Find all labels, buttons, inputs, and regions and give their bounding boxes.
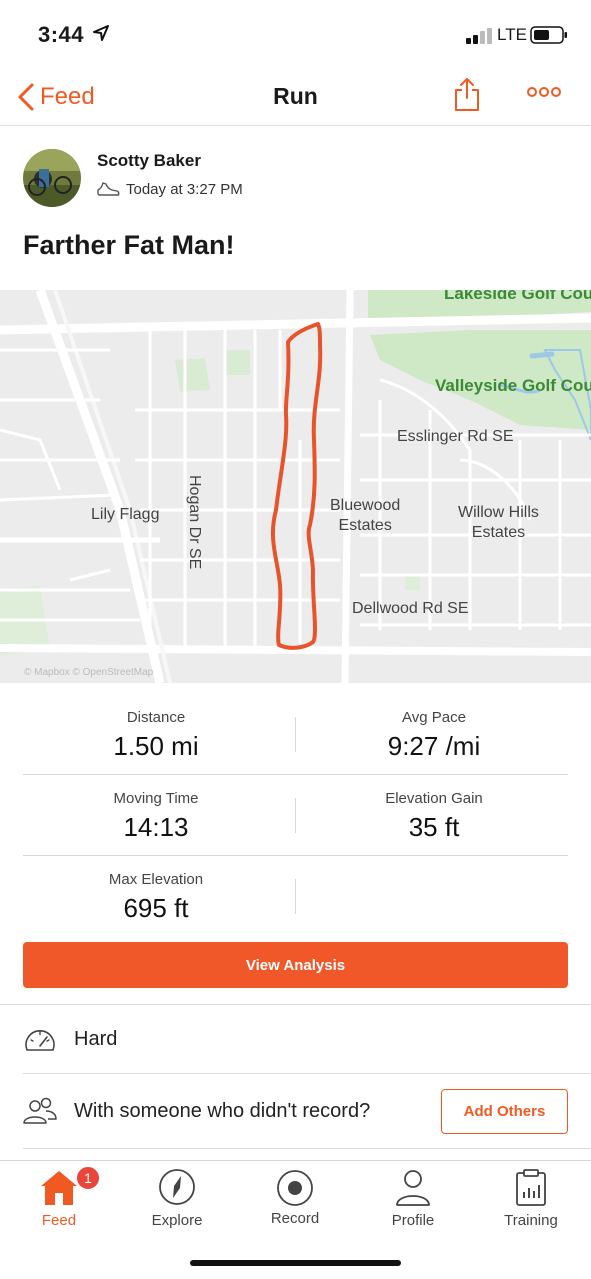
tab-explore[interactable]: Explore (118, 1161, 236, 1241)
location-arrow-icon (93, 25, 109, 41)
stat-divider (295, 717, 296, 752)
activity-title: Farther Fat Man! (23, 230, 235, 260)
tab-record[interactable]: Record (236, 1161, 354, 1241)
stat-separator (23, 855, 568, 856)
elevation-gain-label: Elevation Gain (385, 790, 483, 807)
map-label-lakeside: Lakeside Golf Cou (444, 290, 591, 303)
post-timestamp: Today at 3:27 PM (126, 181, 243, 198)
tab-label: Feed (41, 1212, 77, 1229)
avatar-photo (23, 149, 81, 207)
home-icon (41, 1171, 77, 1205)
with-someone-prompt: With someone who didn't record? (74, 1100, 371, 1122)
section-divider (0, 1004, 591, 1005)
tab-label: Training (504, 1212, 558, 1229)
notification-badge: 1 (75, 1165, 101, 1191)
status-time: 3:44 (38, 22, 85, 47)
map-label-dellwood: Dellwood Rd SE (352, 600, 469, 617)
chevron-left-icon (18, 83, 34, 111)
add-others-button[interactable]: Add Others (441, 1089, 568, 1134)
map-label-hogan: Hogan Dr SE (186, 475, 203, 570)
nav-bar: Feed Run (0, 70, 591, 126)
avatar[interactable] (23, 149, 81, 207)
battery-icon (530, 26, 567, 44)
avg-pace-label: Avg Pace (402, 709, 466, 726)
shoe-icon (97, 182, 120, 196)
stat-divider (295, 798, 296, 833)
map-label-valleyside: Valleyside Golf Cou (435, 376, 591, 395)
back-label: Feed (40, 83, 95, 110)
map-label-lily-flagg: Lily Flagg (91, 506, 160, 523)
perceived-exertion[interactable]: Hard (74, 1028, 117, 1051)
max-elevation-label: Max Elevation (108, 871, 204, 888)
view-analysis-button[interactable]: View Analysis (23, 942, 568, 988)
network-type: LTE (497, 25, 527, 44)
stat-separator (23, 774, 568, 775)
section-divider (23, 1148, 591, 1149)
compass-icon (159, 1169, 195, 1205)
back-button[interactable]: Feed (16, 80, 95, 114)
map-label-bluewood: Bluewood Estates (330, 497, 401, 534)
more-options-icon[interactable] (526, 84, 562, 100)
map-label-willow-hills: Willow Hills Estates (458, 504, 539, 541)
tab-label: Record (270, 1210, 320, 1227)
tab-label: Profile (391, 1212, 435, 1229)
map-canvas (0, 290, 591, 683)
distance-value: 1.50 mi (113, 731, 199, 761)
group-icon (23, 1097, 57, 1124)
avg-pace-value: 9:27 /mi (387, 731, 481, 761)
stat-divider (295, 879, 296, 914)
moving-time-value: 14:13 (123, 812, 189, 842)
share-icon[interactable] (451, 76, 483, 112)
max-elevation-value: 695 ft (123, 893, 189, 923)
status-bar: 3:44 LTE (0, 0, 591, 70)
map-label-esslinger: Esslinger Rd SE (397, 428, 514, 445)
route-map[interactable]: Lakeside Golf Cou Valleyside Golf Cou Es… (0, 290, 591, 683)
home-indicator[interactable] (190, 1260, 401, 1266)
training-chart-icon (516, 1169, 546, 1206)
person-icon (396, 1170, 430, 1206)
gauge-icon (25, 1030, 55, 1051)
tab-feed[interactable]: 1 Feed (0, 1161, 118, 1241)
author-name[interactable]: Scotty Baker (97, 151, 201, 171)
distance-label: Distance (126, 709, 186, 726)
map-attribution[interactable]: © Mapbox © OpenStreetMap (24, 667, 153, 678)
tab-label: Explore (151, 1212, 203, 1229)
signal-icon (466, 28, 492, 44)
tab-training[interactable]: Training (472, 1161, 590, 1241)
tab-profile[interactable]: Profile (354, 1161, 472, 1241)
record-icon (277, 1170, 313, 1206)
moving-time-label: Moving Time (113, 790, 199, 807)
section-divider (23, 1073, 591, 1074)
elevation-gain-value: 35 ft (408, 812, 460, 842)
